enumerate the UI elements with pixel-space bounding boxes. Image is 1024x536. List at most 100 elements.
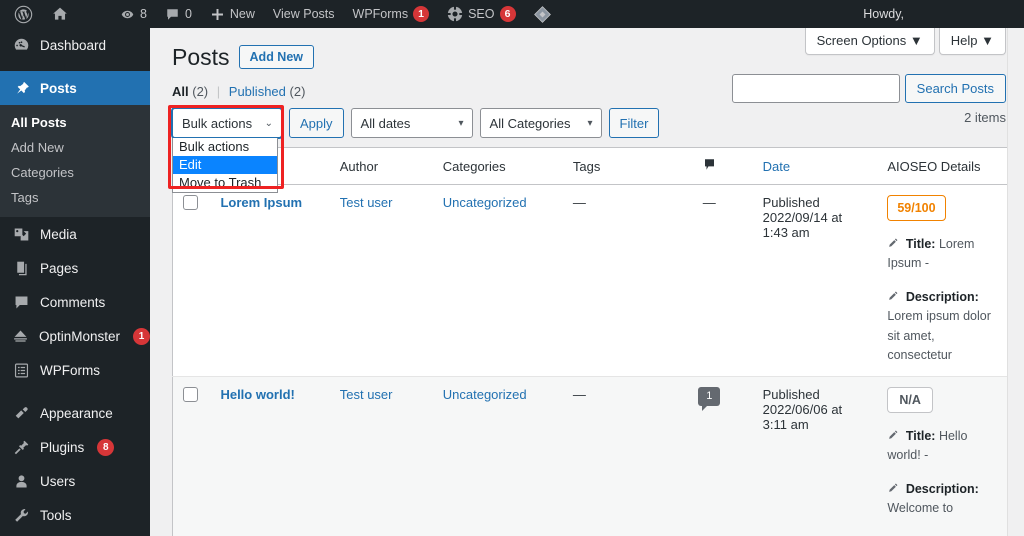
sidebar-item-tools[interactable]: Tools: [0, 498, 150, 532]
sidebar-item-label: Comments: [40, 294, 106, 310]
row-select-checkbox[interactable]: [183, 387, 198, 402]
site-name-menu[interactable]: [43, 0, 77, 28]
users-icon: [11, 473, 31, 490]
chevron-down-icon: ▼: [909, 33, 923, 48]
row-tags-cell: —: [562, 376, 666, 536]
chevron-down-icon: ▾: [458, 117, 464, 129]
sidebar-item-optinmonster[interactable]: OptinMonster 1: [0, 319, 150, 353]
date-filter-select[interactable]: All dates ▾: [350, 108, 473, 138]
bulk-option-bulk-actions[interactable]: Bulk actions: [173, 138, 277, 156]
apply-bulk-action-button[interactable]: Apply: [289, 108, 344, 138]
pencil-icon[interactable]: [887, 290, 902, 304]
post-author-link[interactable]: Test user: [340, 195, 393, 210]
post-category-link[interactable]: Uncategorized: [443, 387, 527, 402]
screen-meta-links: Screen Options ▼ Help ▼: [804, 28, 1006, 55]
sidebar-item-tags[interactable]: Tags: [0, 185, 150, 210]
updates-count: 8: [140, 7, 147, 21]
pencil-icon[interactable]: [887, 429, 902, 443]
appearance-icon: [11, 405, 31, 422]
sidebar-item-all-posts[interactable]: All Posts: [0, 110, 150, 135]
sort-by-date-link[interactable]: Date: [763, 159, 790, 174]
filter-button[interactable]: Filter: [608, 108, 660, 138]
views-separator: |: [216, 84, 221, 99]
search-input[interactable]: [731, 74, 900, 103]
table-head: Author Categories Tags Date AIOSEO Detai…: [172, 147, 1008, 185]
howdy-greeting[interactable]: Howdy,: [863, 7, 1024, 21]
bulk-option-edit[interactable]: Edit: [173, 156, 277, 174]
comment-icon: [165, 7, 180, 22]
admin-sidebar-menu: Dashboard Posts All Posts Add New Catego…: [0, 28, 158, 536]
search-box: Search Posts: [731, 74, 1006, 103]
category-filter-select[interactable]: All Categories ▾: [479, 108, 602, 138]
redaction-block: [929, 259, 980, 290]
media-icon: [11, 226, 31, 243]
wpforms-menu[interactable]: WPForms 1: [344, 0, 439, 28]
post-category-link[interactable]: Uncategorized: [443, 195, 527, 210]
bulk-actions-select[interactable]: Bulk actions ⌄: [172, 108, 282, 138]
column-header-comments[interactable]: [665, 147, 753, 185]
column-header-date[interactable]: Date: [752, 147, 878, 185]
row-checkbox-cell[interactable]: [172, 376, 211, 536]
sidebar-item-comments[interactable]: Comments: [0, 285, 150, 319]
view-posts-menu[interactable]: View Posts: [264, 0, 344, 28]
new-content-menu[interactable]: New: [201, 0, 264, 28]
column-header-author[interactable]: Author: [329, 147, 433, 185]
page-title: Posts: [172, 43, 230, 70]
sidebar-item-categories[interactable]: Categories: [0, 160, 150, 185]
pencil-icon[interactable]: [887, 482, 902, 496]
post-author-link[interactable]: Test user: [340, 387, 393, 402]
aioseo-description-text: Welcome to: [887, 501, 954, 516]
bulk-option-move-to-trash[interactable]: Move to Trash: [173, 174, 277, 192]
add-new-post-button[interactable]: Add New: [238, 45, 315, 69]
post-title-link[interactable]: Hello world!: [220, 387, 294, 402]
sidebar-item-users[interactable]: Users: [0, 464, 150, 498]
pencil-icon[interactable]: [887, 237, 902, 251]
post-comments-value: —: [702, 195, 716, 210]
view-published-link[interactable]: Published: [229, 84, 286, 99]
comments-menu[interactable]: 0: [156, 0, 201, 28]
extra-plugin-menu[interactable]: [525, 0, 560, 28]
aioseo-description-row: Description: Welcome to: [887, 480, 997, 519]
search-posts-button[interactable]: Search Posts: [904, 74, 1006, 103]
wpforms-icon: [11, 362, 31, 379]
view-all-link[interactable]: All: [172, 84, 189, 99]
seo-menu[interactable]: SEO 6: [438, 0, 524, 28]
aioseo-description-label: Description:: [905, 481, 979, 496]
new-content-label: New: [229, 7, 255, 21]
aioseo-score-badge[interactable]: N/A: [887, 387, 933, 413]
sidebar-item-posts[interactable]: Posts: [0, 71, 158, 105]
sidebar-item-media[interactable]: Media: [0, 217, 150, 251]
gear-icon: [447, 6, 463, 22]
comment-count-bubble[interactable]: 1: [698, 387, 721, 411]
sidebar-item-plugins[interactable]: Plugins 8: [0, 430, 150, 464]
wordpress-logo-menu[interactable]: [0, 0, 43, 28]
sidebar-item-pages[interactable]: Pages: [0, 251, 150, 285]
updates-menu[interactable]: 8: [111, 0, 156, 28]
row-comments-cell: 1: [665, 376, 753, 536]
help-button[interactable]: Help ▼: [938, 28, 1006, 55]
sidebar-item-add-new[interactable]: Add New: [0, 135, 150, 160]
category-filter-value: All Categories: [489, 115, 571, 131]
screen-options-button[interactable]: Screen Options ▼: [804, 28, 935, 55]
sidebar-item-appearance[interactable]: Appearance: [0, 396, 150, 430]
row-checkbox-cell[interactable]: [172, 184, 211, 377]
row-categories-cell: Uncategorized: [432, 184, 563, 377]
sidebar-item-dashboard[interactable]: Dashboard: [0, 28, 150, 62]
column-header-categories[interactable]: Categories: [432, 147, 563, 185]
sidebar-item-wpforms[interactable]: WPForms: [0, 353, 150, 387]
sidebar-item-label: WPForms: [40, 362, 100, 378]
updates-icon: [120, 7, 135, 22]
row-aioseo-cell: N/A Title: Hello world! - Description: W…: [877, 376, 1008, 536]
row-categories-cell: Uncategorized: [432, 376, 563, 536]
column-header-tags[interactable]: Tags: [562, 147, 666, 185]
pin-icon: [11, 80, 31, 97]
row-select-checkbox[interactable]: [183, 195, 198, 210]
page-scrollbar[interactable]: [1007, 28, 1024, 536]
bulk-actions-selected-value: Bulk actions: [182, 115, 253, 131]
comment-icon: [11, 294, 31, 311]
column-header-aioseo-details[interactable]: AIOSEO Details: [877, 147, 1008, 185]
sidebar-divider: [0, 62, 150, 71]
aioseo-score-badge[interactable]: 59/100: [887, 195, 946, 221]
post-title-link[interactable]: Lorem Ipsum: [220, 195, 302, 210]
aioseo-description-text: Lorem ipsum dolor sit amet, consectetur: [887, 309, 991, 362]
